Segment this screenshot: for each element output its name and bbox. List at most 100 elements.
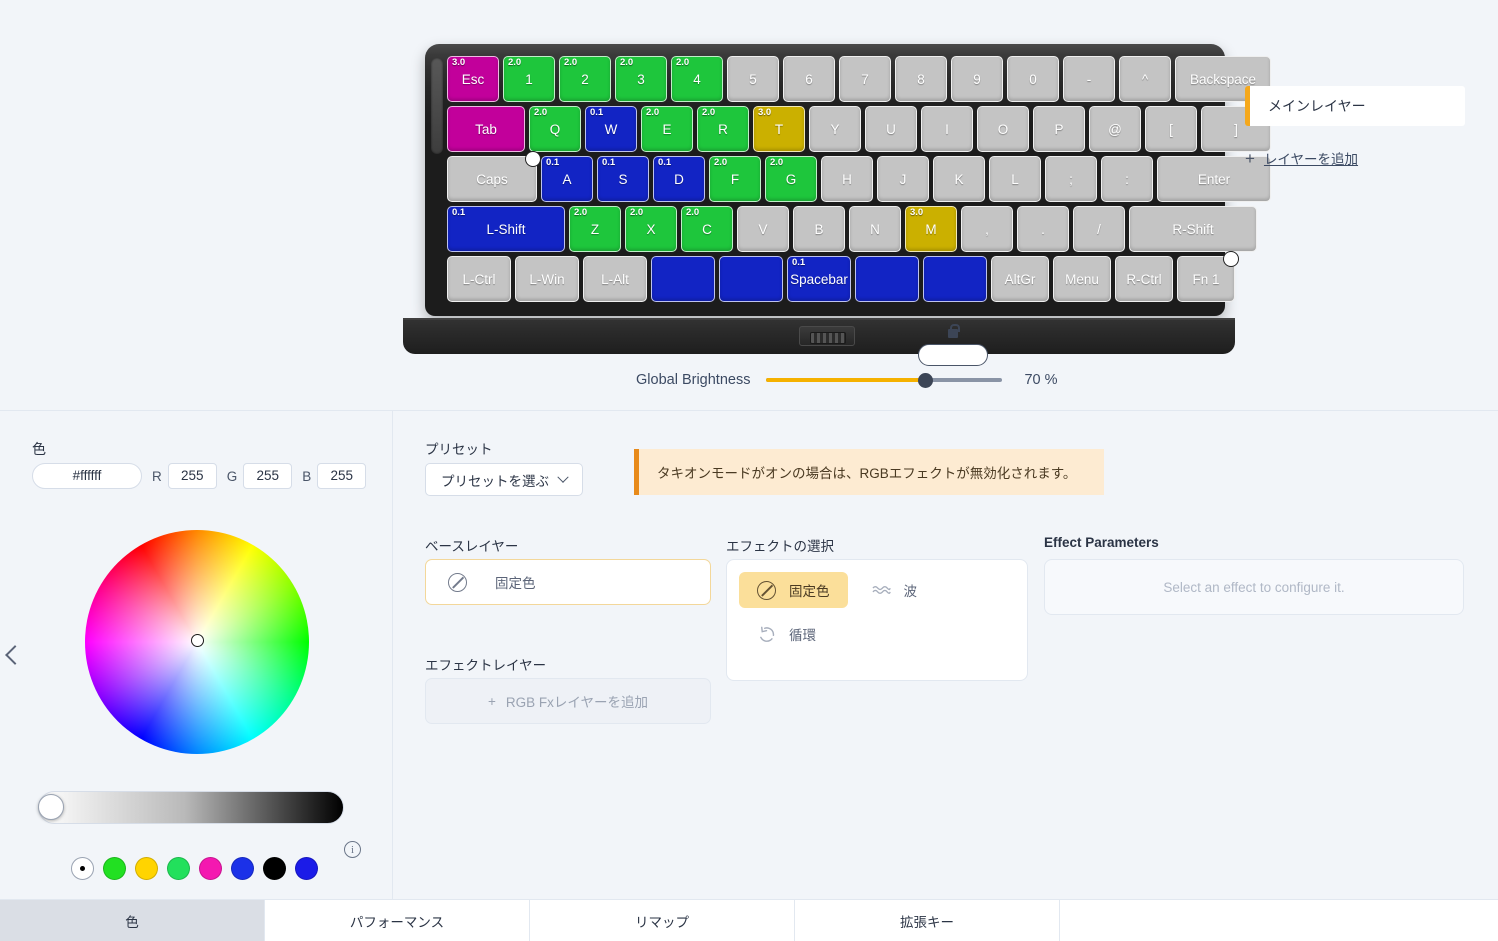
slider-thumb[interactable] xyxy=(918,373,934,388)
key-z[interactable]: 2.0 Z xyxy=(569,206,621,252)
key-blank[interactable] xyxy=(719,256,783,302)
key-k[interactable]: K xyxy=(933,156,985,202)
key--[interactable]: @ xyxy=(1089,106,1141,152)
key--[interactable]: ^ xyxy=(1119,56,1171,102)
key-w[interactable]: 0.1 W xyxy=(585,106,637,152)
key-8[interactable]: 8 xyxy=(895,56,947,102)
key-label: H xyxy=(842,171,852,187)
key-s[interactable]: 0.1 S xyxy=(597,156,649,202)
layer-item-main[interactable]: メインレイヤー xyxy=(1245,86,1465,126)
key-h[interactable]: H xyxy=(821,156,873,202)
key-menu[interactable]: Menu xyxy=(1053,256,1111,302)
tab-2[interactable]: リマップ xyxy=(530,900,795,941)
key-t[interactable]: 3.0 T xyxy=(753,106,805,152)
color-swatch-2[interactable] xyxy=(135,857,158,880)
key-v[interactable]: V xyxy=(737,206,789,252)
key-y[interactable]: Y xyxy=(809,106,861,152)
key-4[interactable]: 2.0 4 xyxy=(671,56,723,102)
tab-3[interactable]: 拡張キー xyxy=(795,900,1060,941)
key-l[interactable]: L xyxy=(989,156,1041,202)
key-o[interactable]: O xyxy=(977,106,1029,152)
key-6[interactable]: 6 xyxy=(783,56,835,102)
key-7[interactable]: 7 xyxy=(839,56,891,102)
key-blank[interactable] xyxy=(855,256,919,302)
color-swatch-4[interactable] xyxy=(199,857,222,880)
key-3[interactable]: 2.0 3 xyxy=(615,56,667,102)
key--[interactable]: [ xyxy=(1145,106,1197,152)
key-m[interactable]: 3.0 M xyxy=(905,206,957,252)
key-spacebar[interactable]: 0.1 Spacebar xyxy=(787,256,851,302)
hex-input[interactable]: #ffffff xyxy=(32,463,142,489)
key-2[interactable]: 2.0 2 xyxy=(559,56,611,102)
key-n[interactable]: N xyxy=(849,206,901,252)
key-9[interactable]: 9 xyxy=(951,56,1003,102)
key-fn-1[interactable]: Fn 1 xyxy=(1177,251,1239,302)
key-caps[interactable]: Caps xyxy=(447,151,541,202)
tab-1[interactable]: パフォーマンス xyxy=(265,900,530,941)
key-f[interactable]: 2.0 F xyxy=(709,156,761,202)
color-swatch-3[interactable] xyxy=(167,857,190,880)
key-i[interactable]: I xyxy=(921,106,973,152)
key-p[interactable]: P xyxy=(1033,106,1085,152)
key-l-ctrl[interactable]: L-Ctrl xyxy=(447,256,511,302)
color-wheel-marker[interactable] xyxy=(191,634,204,647)
key-c[interactable]: 2.0 C xyxy=(681,206,733,252)
key-g[interactable]: 2.0 G xyxy=(765,156,817,202)
key--[interactable]: / xyxy=(1073,206,1125,252)
tab-0[interactable]: 色 xyxy=(0,900,265,941)
key-0[interactable]: 0 xyxy=(1007,56,1059,102)
key-d[interactable]: 0.1 D xyxy=(653,156,705,202)
key-5[interactable]: 5 xyxy=(727,56,779,102)
value-brightness-thumb[interactable] xyxy=(38,794,64,820)
base-layer-card[interactable]: 固定色 xyxy=(425,559,711,605)
effect-option-cycle[interactable]: 循環 xyxy=(739,616,834,652)
r-input[interactable]: 255 xyxy=(167,463,217,489)
key-u[interactable]: U xyxy=(865,106,917,152)
key-r[interactable]: 2.0 R xyxy=(697,106,749,152)
key-q[interactable]: 2.0 Q xyxy=(529,106,581,152)
key-esc[interactable]: 3.0 Esc xyxy=(447,56,499,102)
key--[interactable]: . xyxy=(1017,206,1069,252)
preset-dropdown[interactable]: プリセットを選ぶ xyxy=(425,463,583,496)
prev-arrow-button[interactable] xyxy=(2,640,24,676)
effect-option-wave[interactable]: 波 xyxy=(854,572,936,608)
key-l-alt[interactable]: L-Alt xyxy=(583,256,647,302)
key-r-shift[interactable]: R-Shift xyxy=(1129,206,1257,252)
info-icon[interactable]: i xyxy=(344,841,361,858)
effect-option-solid[interactable]: 固定色 xyxy=(739,572,848,608)
key-l-win[interactable]: L-Win xyxy=(515,256,579,302)
value-brightness-bar[interactable] xyxy=(38,791,344,824)
add-layer-button[interactable]: + レイヤーを追加 xyxy=(1245,148,1465,168)
key-tab[interactable]: Tab xyxy=(447,106,525,152)
key-r-ctrl[interactable]: R-Ctrl xyxy=(1115,256,1173,302)
key-a[interactable]: 0.1 A xyxy=(541,156,593,202)
add-rgb-fx-layer-button[interactable]: + RGB Fxレイヤーを追加 xyxy=(425,678,711,724)
b-input[interactable]: 255 xyxy=(317,463,367,489)
wave-icon xyxy=(871,583,891,597)
keyboard-keys[interactable]: 3.0 Esc 2.0 1 2.0 2 2.0 3 2.0 4 5 6 7 8 9 0- ^ Backspace T… xyxy=(447,56,1271,302)
key--[interactable]: , xyxy=(961,206,1013,252)
brightness-slider[interactable] xyxy=(766,324,1003,392)
key-value-label: 0.1 xyxy=(602,157,616,168)
color-swatch-0[interactable] xyxy=(71,857,94,880)
key--[interactable]: - xyxy=(1063,56,1115,102)
color-swatch-1[interactable] xyxy=(103,857,126,880)
key-blank[interactable] xyxy=(651,256,715,302)
key--[interactable]: ; xyxy=(1045,156,1097,202)
key-blank[interactable] xyxy=(923,256,987,302)
color-swatch-5[interactable] xyxy=(231,857,254,880)
key-l-shift[interactable]: 0.1 L-Shift xyxy=(447,206,565,252)
effect-select-label: エフェクトの選択 xyxy=(726,539,834,554)
key-value-label: 2.0 xyxy=(770,157,784,168)
key-j[interactable]: J xyxy=(877,156,929,202)
key-b[interactable]: B xyxy=(793,206,845,252)
key-1[interactable]: 2.0 1 xyxy=(503,56,555,102)
key-altgr[interactable]: AltGr xyxy=(991,256,1049,302)
key-x[interactable]: 2.0 X xyxy=(625,206,677,252)
key--[interactable]: : xyxy=(1101,156,1153,202)
color-swatch-6[interactable] xyxy=(263,857,286,880)
color-swatch-7[interactable] xyxy=(295,857,318,880)
key-label: Y xyxy=(830,121,840,137)
g-input[interactable]: 255 xyxy=(243,463,293,489)
key-e[interactable]: 2.0 E xyxy=(641,106,693,152)
